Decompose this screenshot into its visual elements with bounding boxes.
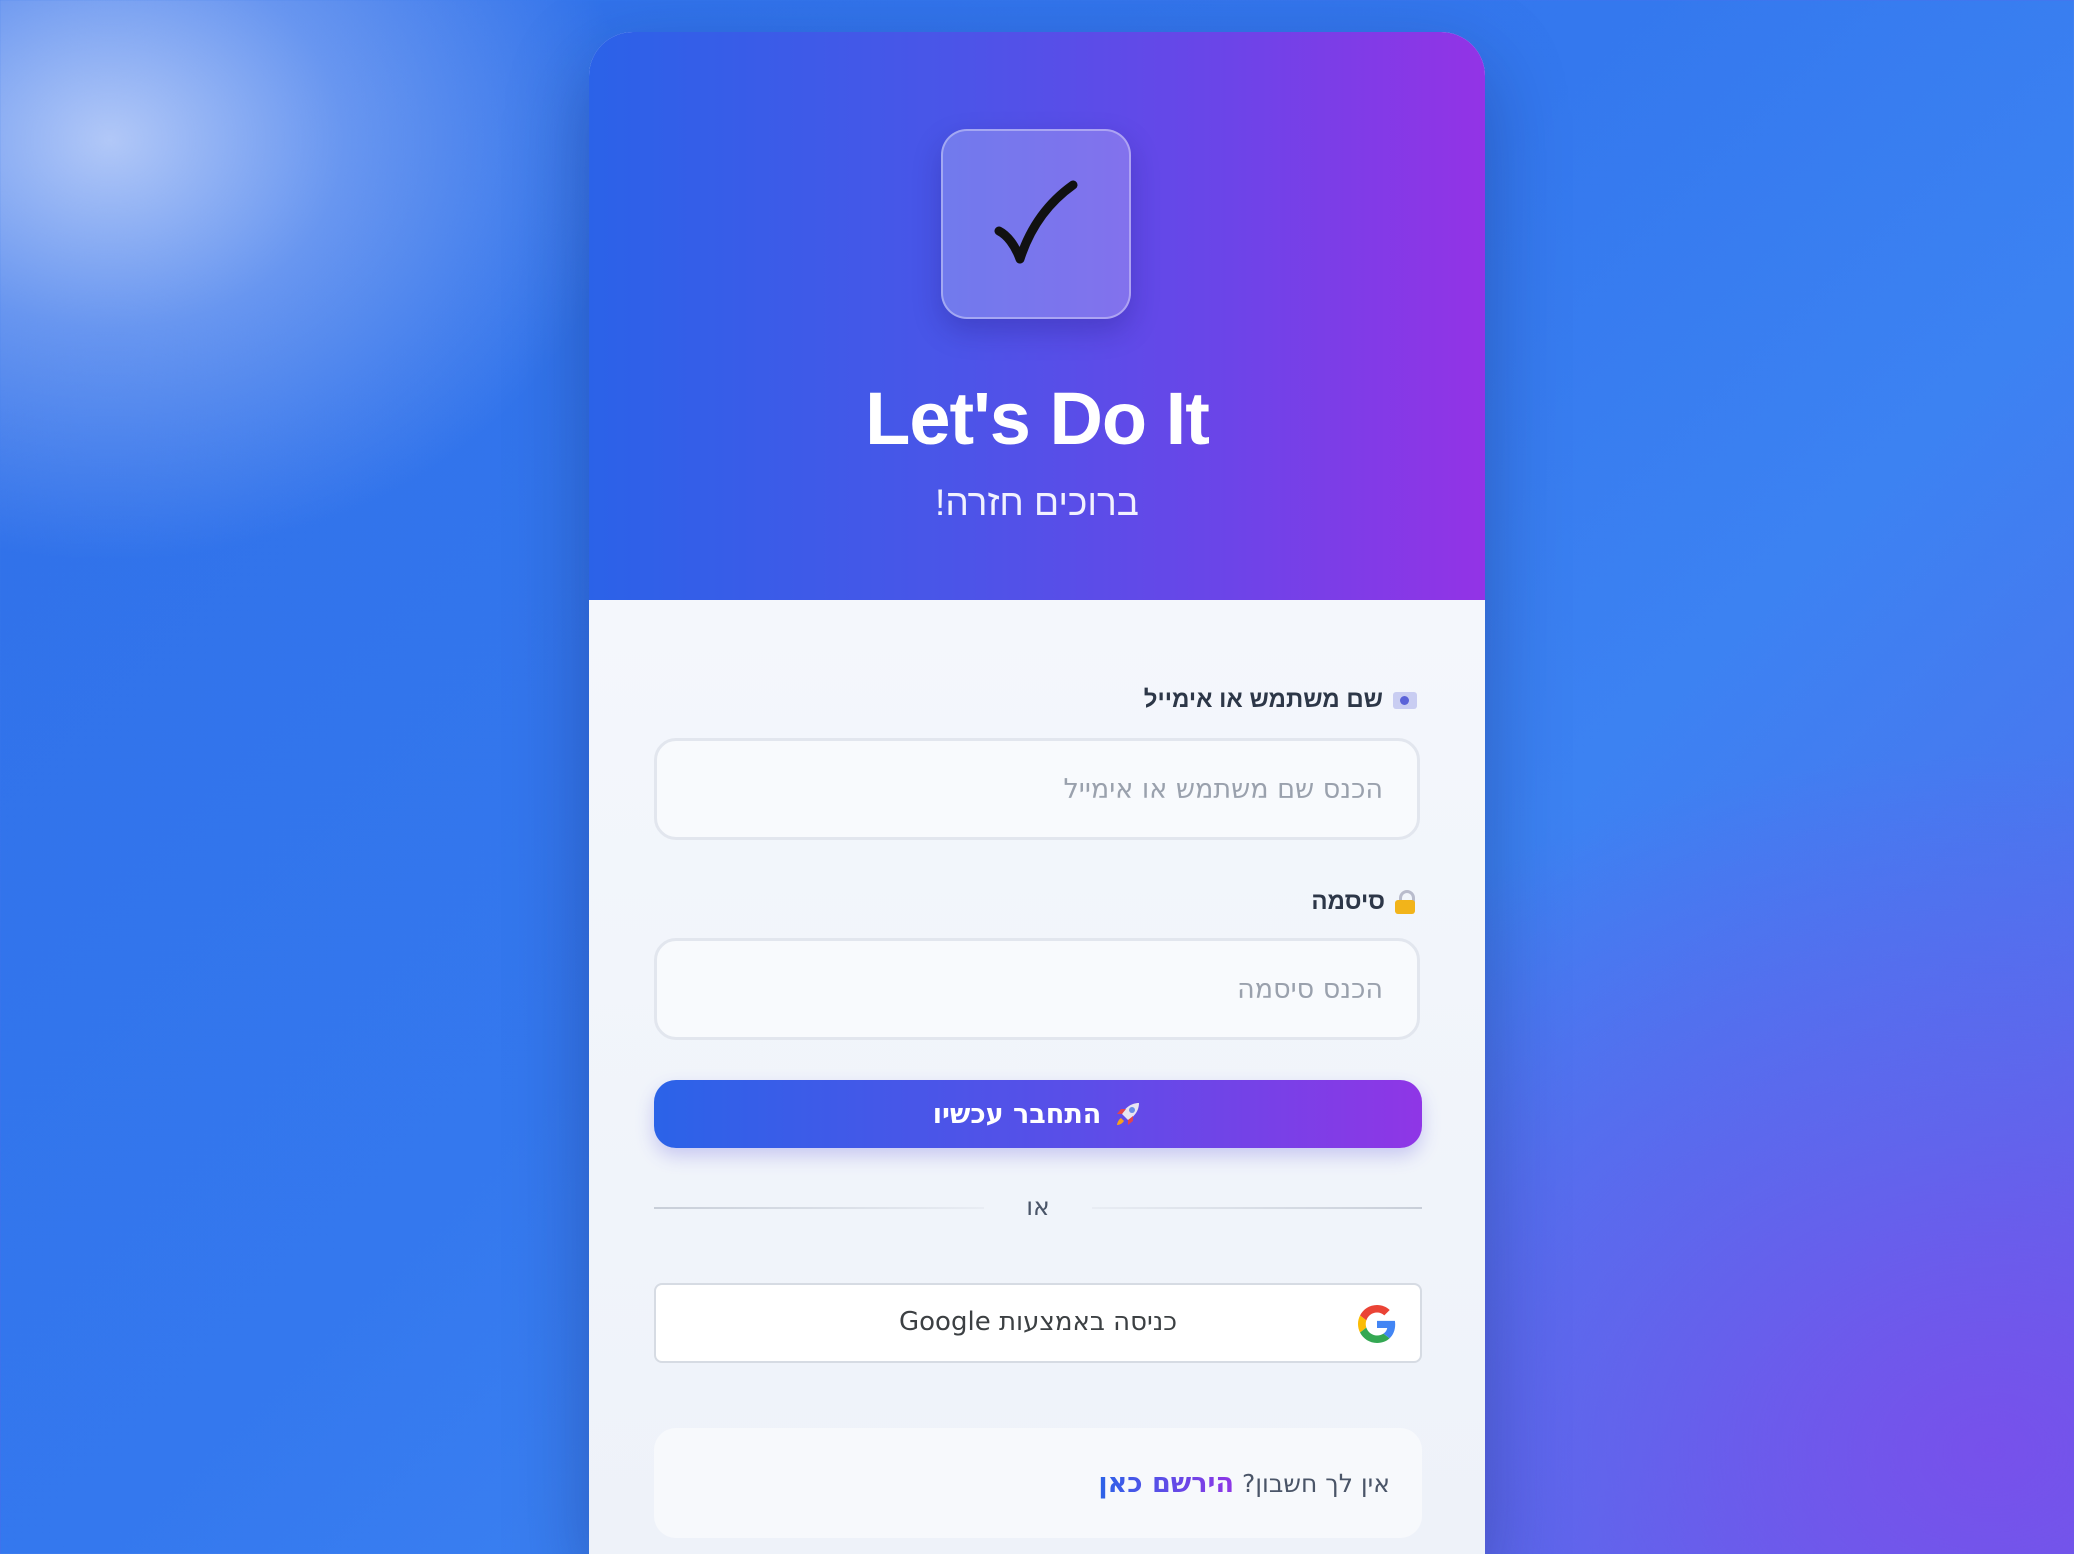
signup-prompt-box: אין לך חשבון? הירשם כאן: [654, 1428, 1422, 1538]
password-label-text: סיסמה: [1311, 888, 1385, 915]
card-header: Let's Do It ברוכים חזרה!: [589, 32, 1485, 600]
login-button[interactable]: התחבר עכשיו: [654, 1080, 1422, 1148]
google-signin-button[interactable]: כניסה באמצעות Google: [654, 1283, 1422, 1363]
login-card: Let's Do It ברוכים חזרה! שם משתמש או אימ…: [589, 32, 1485, 1554]
password-label: סיסמה: [1311, 888, 1417, 916]
checkmark-icon: [994, 180, 1078, 264]
or-divider-text: או: [1026, 1192, 1050, 1221]
welcome-subtitle: ברוכים חזרה!: [935, 482, 1139, 523]
signup-prompt-text: אין לך חשבון?: [1241, 1469, 1390, 1498]
rocket-icon: [1117, 1103, 1140, 1125]
password-input[interactable]: [654, 938, 1420, 1040]
app-title: Let's Do It: [865, 377, 1210, 460]
login-form: שם משתמש או אימייל סיסמה התחבר עכשיו או: [589, 600, 1485, 1554]
signup-link[interactable]: הירשם כאן: [1098, 1468, 1234, 1499]
username-input[interactable]: [654, 738, 1420, 840]
username-label: שם משתמש או אימייל: [1144, 686, 1417, 714]
google-signin-label: כניסה באמצעות Google: [899, 1307, 1177, 1337]
lock-icon: [1395, 890, 1417, 914]
or-divider: או: [654, 1182, 1422, 1232]
signup-row: אין לך חשבון? הירשם כאן: [1098, 1468, 1390, 1499]
id-card-icon: [1393, 691, 1417, 709]
app-logo: [941, 129, 1131, 319]
username-label-text: שם משתמש או אימייל: [1143, 686, 1383, 713]
login-button-label: התחבר עכשיו: [932, 1098, 1102, 1130]
